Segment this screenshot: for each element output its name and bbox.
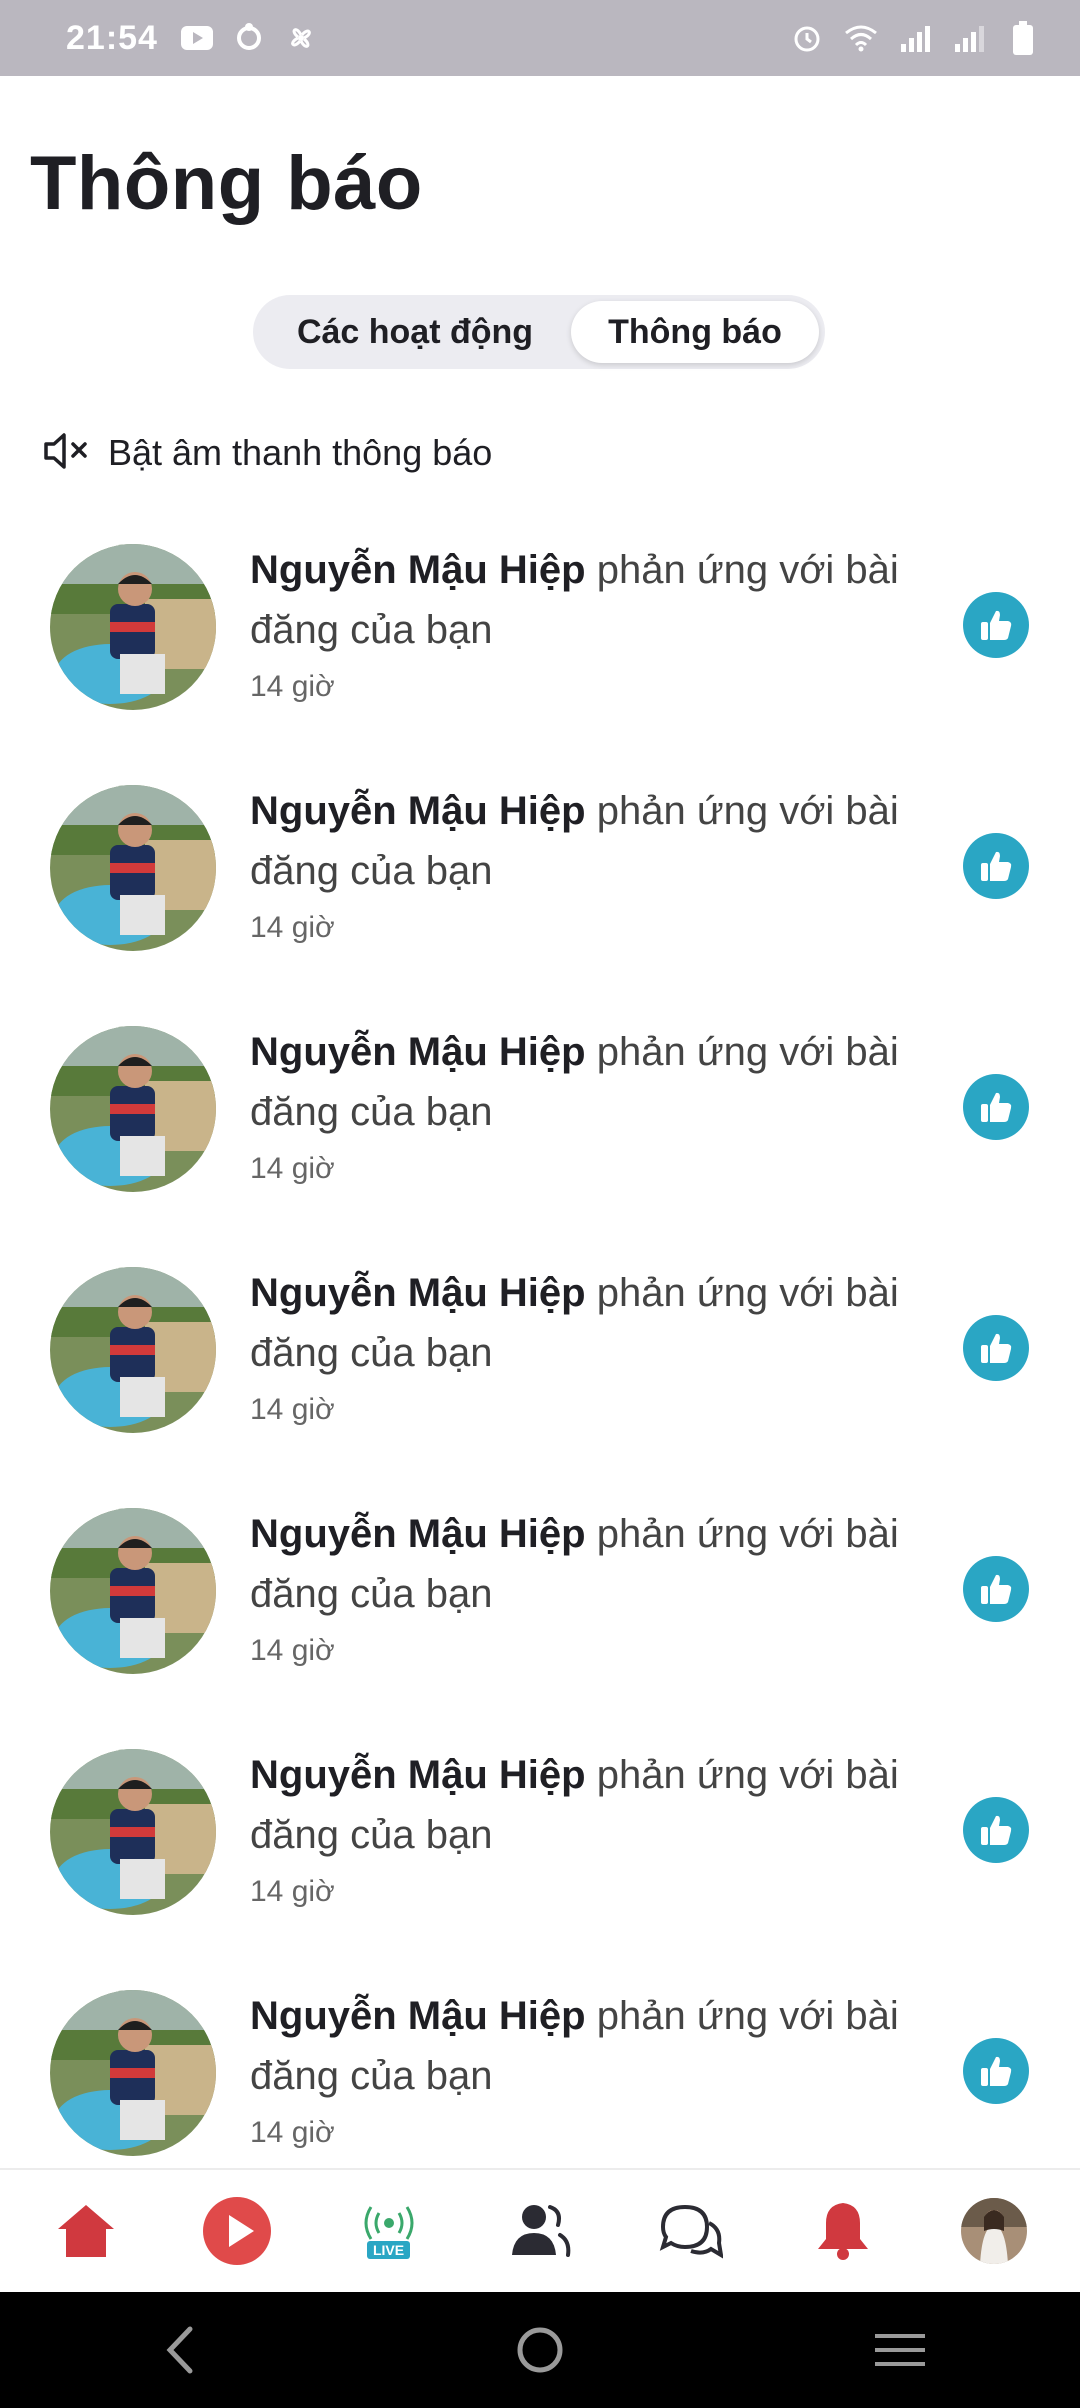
tab-notifications[interactable]: Thông báo — [571, 301, 819, 363]
notification-text: Nguyễn Mậu Hiệp phản ứng với bài đăng củ… — [250, 1022, 910, 1142]
friends-icon — [511, 2205, 571, 2257]
signal-2-icon — [952, 21, 986, 55]
home-circle-icon — [517, 2327, 563, 2373]
notification-item[interactable]: Nguyễn Mậu Hiệp phản ứng với bài đăng củ… — [0, 1002, 1080, 1243]
nav-profile[interactable] — [939, 2176, 1049, 2286]
status-left-icons — [180, 21, 318, 55]
tab-switcher: Các hoạt động Thông báo — [253, 295, 825, 369]
bell-icon — [817, 2203, 868, 2260]
notification-text: Nguyễn Mậu Hiệp phản ứng với bài đăng củ… — [250, 781, 910, 901]
avatar[interactable] — [50, 1026, 216, 1192]
notification-user-name[interactable]: Nguyễn Mậu Hiệp — [250, 789, 586, 833]
status-bar: 21:54 — [0, 0, 1080, 76]
notification-user-name[interactable]: Nguyễn Mậu Hiệp — [250, 1994, 586, 2038]
like-icon — [963, 1797, 1029, 1863]
avatar[interactable] — [50, 1990, 216, 2156]
like-icon — [963, 1315, 1029, 1381]
mute-icon — [42, 431, 98, 476]
bottom-nav: LIVE — [0, 2168, 1080, 2292]
home-icon — [57, 2205, 114, 2257]
like-icon — [963, 1556, 1029, 1622]
notification-item[interactable]: Nguyễn Mậu Hiệp phản ứng với bài đăng củ… — [0, 761, 1080, 1002]
nav-live[interactable]: LIVE — [334, 2176, 444, 2286]
nav-friends[interactable] — [485, 2176, 595, 2286]
sound-toggle[interactable]: Bật âm thanh thông báo — [42, 425, 492, 481]
notification-user-name[interactable]: Nguyễn Mậu Hiệp — [250, 548, 586, 592]
notification-user-name[interactable]: Nguyễn Mậu Hiệp — [250, 1753, 586, 1797]
notification-user-name[interactable]: Nguyễn Mậu Hiệp — [250, 1271, 586, 1315]
notification-time: 14 giờ — [250, 1634, 335, 1667]
nav-chat[interactable] — [636, 2176, 746, 2286]
menu-icon — [875, 2334, 925, 2366]
notification-item[interactable]: Nguyễn Mậu Hiệp phản ứng với bài đăng củ… — [0, 1484, 1080, 1725]
video-play-icon — [203, 2197, 272, 2265]
notification-time: 14 giờ — [250, 1152, 335, 1185]
system-back-button[interactable] — [120, 2300, 240, 2400]
alarm-icon — [790, 21, 824, 55]
notification-user-name[interactable]: Nguyễn Mậu Hiệp — [250, 1030, 586, 1074]
nav-video[interactable] — [182, 2176, 292, 2286]
notification-time: 14 giờ — [250, 1393, 335, 1426]
status-time: 21:54 — [66, 18, 158, 57]
notification-text: Nguyễn Mậu Hiệp phản ứng với bài đăng củ… — [250, 1986, 910, 2106]
notification-item[interactable]: Nguyễn Mậu Hiệp phản ứng với bài đăng củ… — [0, 520, 1080, 761]
notification-text: Nguyễn Mậu Hiệp phản ứng với bài đăng củ… — [250, 1745, 910, 1865]
notification-text: Nguyễn Mậu Hiệp phản ứng với bài đăng củ… — [250, 540, 910, 660]
notification-time: 14 giờ — [250, 1875, 335, 1908]
notification-user-name[interactable]: Nguyễn Mậu Hiệp — [250, 1512, 586, 1556]
notification-text: Nguyễn Mậu Hiệp phản ứng với bài đăng củ… — [250, 1263, 910, 1383]
nav-home[interactable] — [31, 2176, 141, 2286]
sound-toggle-label: Bật âm thanh thông báo — [108, 432, 493, 473]
battery-icon — [1006, 21, 1040, 55]
avatar[interactable] — [50, 1267, 216, 1433]
notification-time: 14 giờ — [250, 670, 335, 703]
like-icon — [963, 833, 1029, 899]
nav-notifications[interactable] — [788, 2176, 898, 2286]
live-tag: LIVE — [366, 2241, 411, 2259]
profile-avatar — [961, 2198, 1028, 2264]
back-icon — [166, 2326, 193, 2374]
notification-time: 14 giờ — [250, 2116, 335, 2149]
notification-item[interactable]: Nguyễn Mậu Hiệp phản ứng với bài đăng củ… — [0, 1725, 1080, 1966]
like-icon — [963, 592, 1029, 658]
wifi-icon — [844, 21, 878, 55]
avatar[interactable] — [50, 1508, 216, 1674]
tab-activities[interactable]: Các hoạt động — [259, 301, 571, 363]
avatar[interactable] — [50, 544, 216, 710]
avatar[interactable] — [50, 1749, 216, 1915]
status-right-icons — [790, 21, 1040, 55]
sync-icon — [232, 21, 266, 55]
system-nav-bar — [0, 2292, 1080, 2408]
notification-list: Nguyễn Mậu Hiệp phản ứng với bài đăng củ… — [0, 520, 1080, 2207]
notification-time: 14 giờ — [250, 911, 335, 944]
notification-text: Nguyễn Mậu Hiệp phản ứng với bài đăng củ… — [250, 1504, 910, 1624]
system-menu-button[interactable] — [840, 2300, 960, 2400]
fan-icon — [284, 21, 318, 55]
youtube-icon — [180, 21, 214, 55]
like-icon — [963, 2038, 1029, 2104]
avatar[interactable] — [50, 785, 216, 951]
like-icon — [963, 1074, 1029, 1140]
page-title: Thông báo — [30, 141, 423, 226]
system-home-button[interactable] — [480, 2300, 600, 2400]
notification-item[interactable]: Nguyễn Mậu Hiệp phản ứng với bài đăng củ… — [0, 1243, 1080, 1484]
signal-icon — [898, 21, 932, 55]
chat-icon — [660, 2204, 724, 2259]
